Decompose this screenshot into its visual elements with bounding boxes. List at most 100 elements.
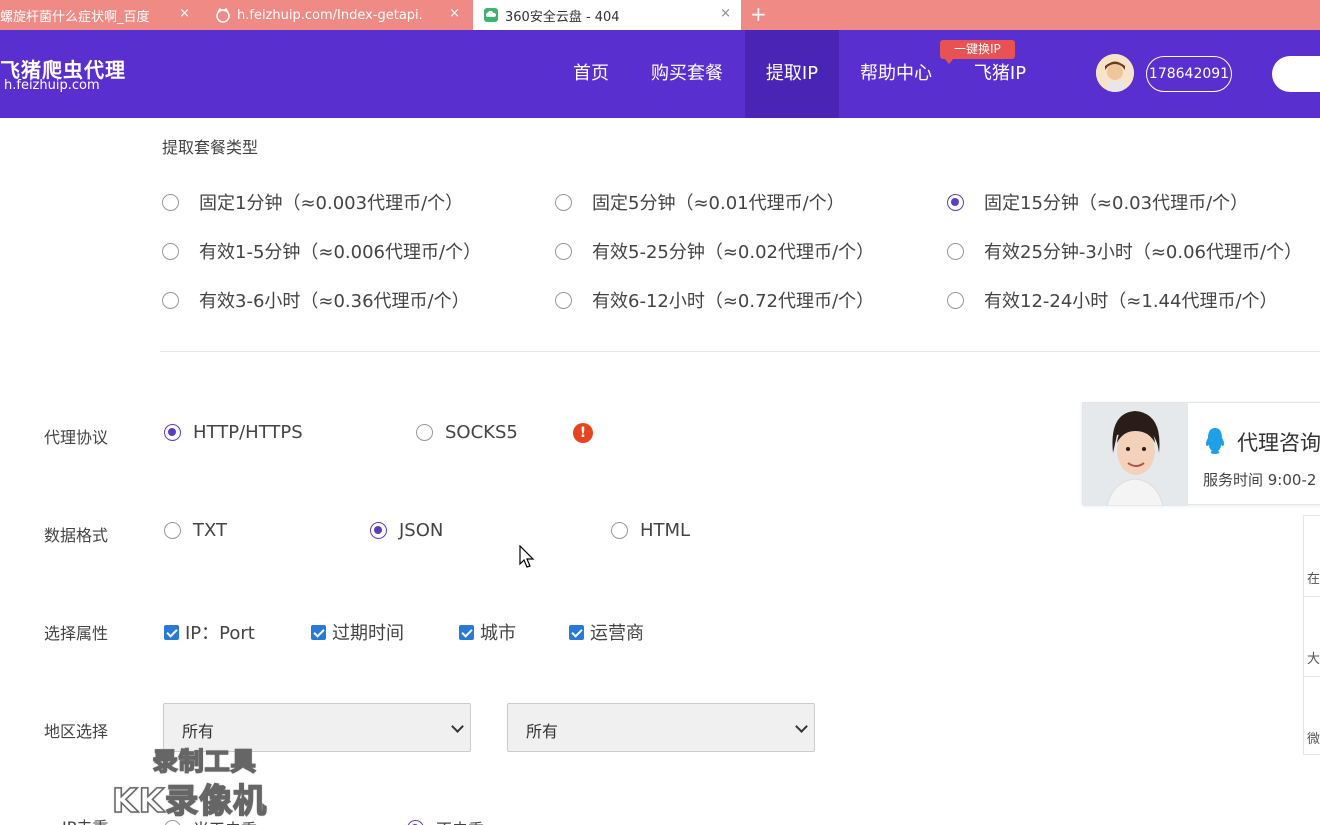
- protocol-option-label: HTTP/HTTPS: [193, 422, 303, 443]
- nav-extract-ip[interactable]: 提取IP: [745, 30, 839, 118]
- watermark-line2: KK录像机: [111, 780, 268, 821]
- logo-domain: h.feizhuip.com: [4, 78, 100, 93]
- attribute-expire-time[interactable]: 过期时间: [311, 619, 404, 645]
- avatar[interactable]: [1096, 54, 1134, 92]
- mouse-cursor-icon: [519, 545, 535, 568]
- switch-ip-badge[interactable]: 一键换IP: [940, 40, 1015, 64]
- radio[interactable]: [555, 193, 572, 211]
- format-label: 数据格式: [44, 526, 109, 545]
- package-option[interactable]: 有效6-12小时（≈0.72代理币/个）: [555, 287, 874, 313]
- package-option[interactable]: 固定15分钟（≈0.03代理币/个）: [947, 189, 1248, 215]
- consult-service-time: 服务时间 9:00-2: [1203, 471, 1317, 489]
- checkbox-checked[interactable]: [311, 624, 326, 640]
- attribute-label: 城市: [480, 623, 516, 644]
- package-option[interactable]: 固定5分钟（≈0.01代理币/个）: [555, 189, 845, 215]
- dedupe-option-none[interactable]: 不去重: [407, 816, 484, 825]
- consult-card[interactable]: 代理咨询 服务时间 9:00-2: [1082, 402, 1320, 506]
- package-option-label: 有效6-12小时（≈0.72代理币/个）: [592, 291, 875, 312]
- browser-tab-360[interactable]: 360安全云盘 - 404 ×: [473, 0, 741, 30]
- radio[interactable]: [162, 291, 179, 309]
- radio[interactable]: [416, 424, 433, 441]
- chevron-down-icon: [451, 720, 464, 733]
- package-option-label: 有效12-24小时（≈1.44代理币/个）: [984, 291, 1278, 312]
- radio-checked[interactable]: [164, 424, 181, 441]
- side-panel-char: 大: [1307, 652, 1320, 667]
- user-avatar-icon: [1096, 54, 1134, 92]
- package-option-label: 固定5分钟（≈0.01代理币/个）: [592, 193, 845, 214]
- package-option-label: 有效1-5分钟（≈0.006代理币/个）: [199, 242, 482, 263]
- package-option[interactable]: 固定1分钟（≈0.003代理币/个）: [162, 189, 463, 215]
- format-option-json[interactable]: JSON: [370, 520, 443, 541]
- package-option[interactable]: 有效3-6小时（≈0.36代理币/个）: [162, 287, 470, 313]
- attribute-label: IP：Port: [185, 623, 255, 644]
- attribute-city[interactable]: 城市: [459, 619, 516, 645]
- qq-penguin-icon: [1205, 428, 1225, 454]
- close-icon[interactable]: ×: [179, 6, 190, 21]
- new-tab-icon[interactable]: +: [750, 2, 767, 26]
- attribute-ip-port[interactable]: IP：Port: [164, 619, 255, 645]
- radio[interactable]: [162, 242, 179, 260]
- consultant-photo: [1083, 403, 1188, 506]
- package-option-label: 有效3-6小时（≈0.36代理币/个）: [199, 291, 470, 312]
- tab-title: h.feizhuip.com/Index-getapi.: [237, 7, 423, 23]
- header-action-button[interactable]: [1272, 56, 1320, 92]
- city-select[interactable]: 所有: [507, 703, 815, 752]
- radio[interactable]: [555, 242, 572, 260]
- close-icon[interactable]: ×: [449, 6, 460, 21]
- radio-checked[interactable]: [407, 819, 424, 825]
- protocol-option-socks5[interactable]: SOCKS5: [416, 422, 518, 443]
- watermark-line1: 录制工具: [152, 746, 257, 777]
- package-option-label: 固定1分钟（≈0.003代理币/个）: [199, 193, 464, 214]
- radio[interactable]: [947, 242, 964, 260]
- checkbox-checked[interactable]: [569, 624, 584, 640]
- checkbox-checked[interactable]: [459, 624, 474, 640]
- site-header: 飞猪爬虫代理 h.feizhuip.com 首页 购买套餐 提取IP 帮助中心 …: [0, 30, 1320, 118]
- package-option-label: 有效25分钟-3小时（≈0.06代理币/个）: [984, 242, 1303, 263]
- checkbox-checked[interactable]: [164, 624, 179, 640]
- radio[interactable]: [162, 193, 179, 211]
- radio-checked[interactable]: [947, 193, 964, 211]
- package-option[interactable]: 有效25分钟-3小时（≈0.06代理币/个）: [947, 238, 1302, 264]
- nav-help-center[interactable]: 帮助中心: [846, 30, 946, 118]
- side-panel-divider: [1304, 596, 1320, 597]
- province-select-value: 所有: [182, 722, 215, 741]
- protocol-label: 代理协议: [44, 428, 109, 447]
- consultant-portrait-icon: [1083, 403, 1188, 506]
- close-icon[interactable]: ×: [720, 6, 731, 21]
- cloud-drive-favicon-icon: [484, 8, 498, 22]
- nav-home[interactable]: 首页: [554, 30, 628, 118]
- format-option-txt[interactable]: TXT: [164, 520, 227, 541]
- package-option[interactable]: 有效5-25分钟（≈0.02代理币/个）: [555, 238, 874, 264]
- recorder-watermark: 录制工具 KK录像机: [111, 742, 268, 822]
- radio-checked[interactable]: [370, 522, 387, 539]
- browser-tab-baidu[interactable]: 螺旋杆菌什么症状啊_百度 ×: [0, 0, 200, 30]
- radio[interactable]: [611, 522, 628, 539]
- user-id[interactable]: 178642091: [1146, 56, 1232, 92]
- radio[interactable]: [555, 291, 572, 309]
- side-panel-char: 微: [1307, 732, 1320, 747]
- warning-icon[interactable]: !: [573, 423, 593, 443]
- side-panel-divider: [1304, 676, 1320, 677]
- package-option[interactable]: 有效1-5分钟（≈0.006代理币/个）: [162, 238, 481, 264]
- section-divider: [160, 351, 1320, 352]
- page: 螺旋杆菌什么症状啊_百度 × h.feizhuip.com/Index-geta…: [0, 0, 1320, 825]
- tab-title: 360安全云盘 - 404: [505, 9, 620, 25]
- radio[interactable]: [947, 291, 964, 309]
- city-select-value: 所有: [526, 722, 559, 741]
- package-option-label: 固定15分钟（≈0.03代理币/个）: [984, 193, 1249, 214]
- format-option-html[interactable]: HTML: [611, 520, 690, 541]
- format-option-label: JSON: [399, 520, 444, 541]
- nav-buy-package[interactable]: 购买套餐: [636, 30, 738, 118]
- browser-tab-bar: 螺旋杆菌什么症状啊_百度 × h.feizhuip.com/Index-geta…: [0, 0, 1320, 30]
- browser-tab-feizhu[interactable]: h.feizhuip.com/Index-getapi. ×: [205, 0, 470, 30]
- package-option-label: 有效5-25分钟（≈0.02代理币/个）: [592, 242, 875, 263]
- attribute-isp[interactable]: 运营商: [569, 619, 644, 645]
- package-option[interactable]: 有效12-24小时（≈1.44代理币/个）: [947, 287, 1278, 313]
- protocol-option-http[interactable]: HTTP/HTTPS: [164, 422, 303, 443]
- chevron-down-icon: [795, 720, 808, 733]
- radio[interactable]: [164, 522, 181, 539]
- side-panel-char: 在: [1307, 572, 1320, 587]
- attribute-label: 运营商: [590, 623, 644, 644]
- attribute-label: 过期时间: [332, 623, 404, 644]
- side-panel: 在 大 微: [1303, 515, 1320, 755]
